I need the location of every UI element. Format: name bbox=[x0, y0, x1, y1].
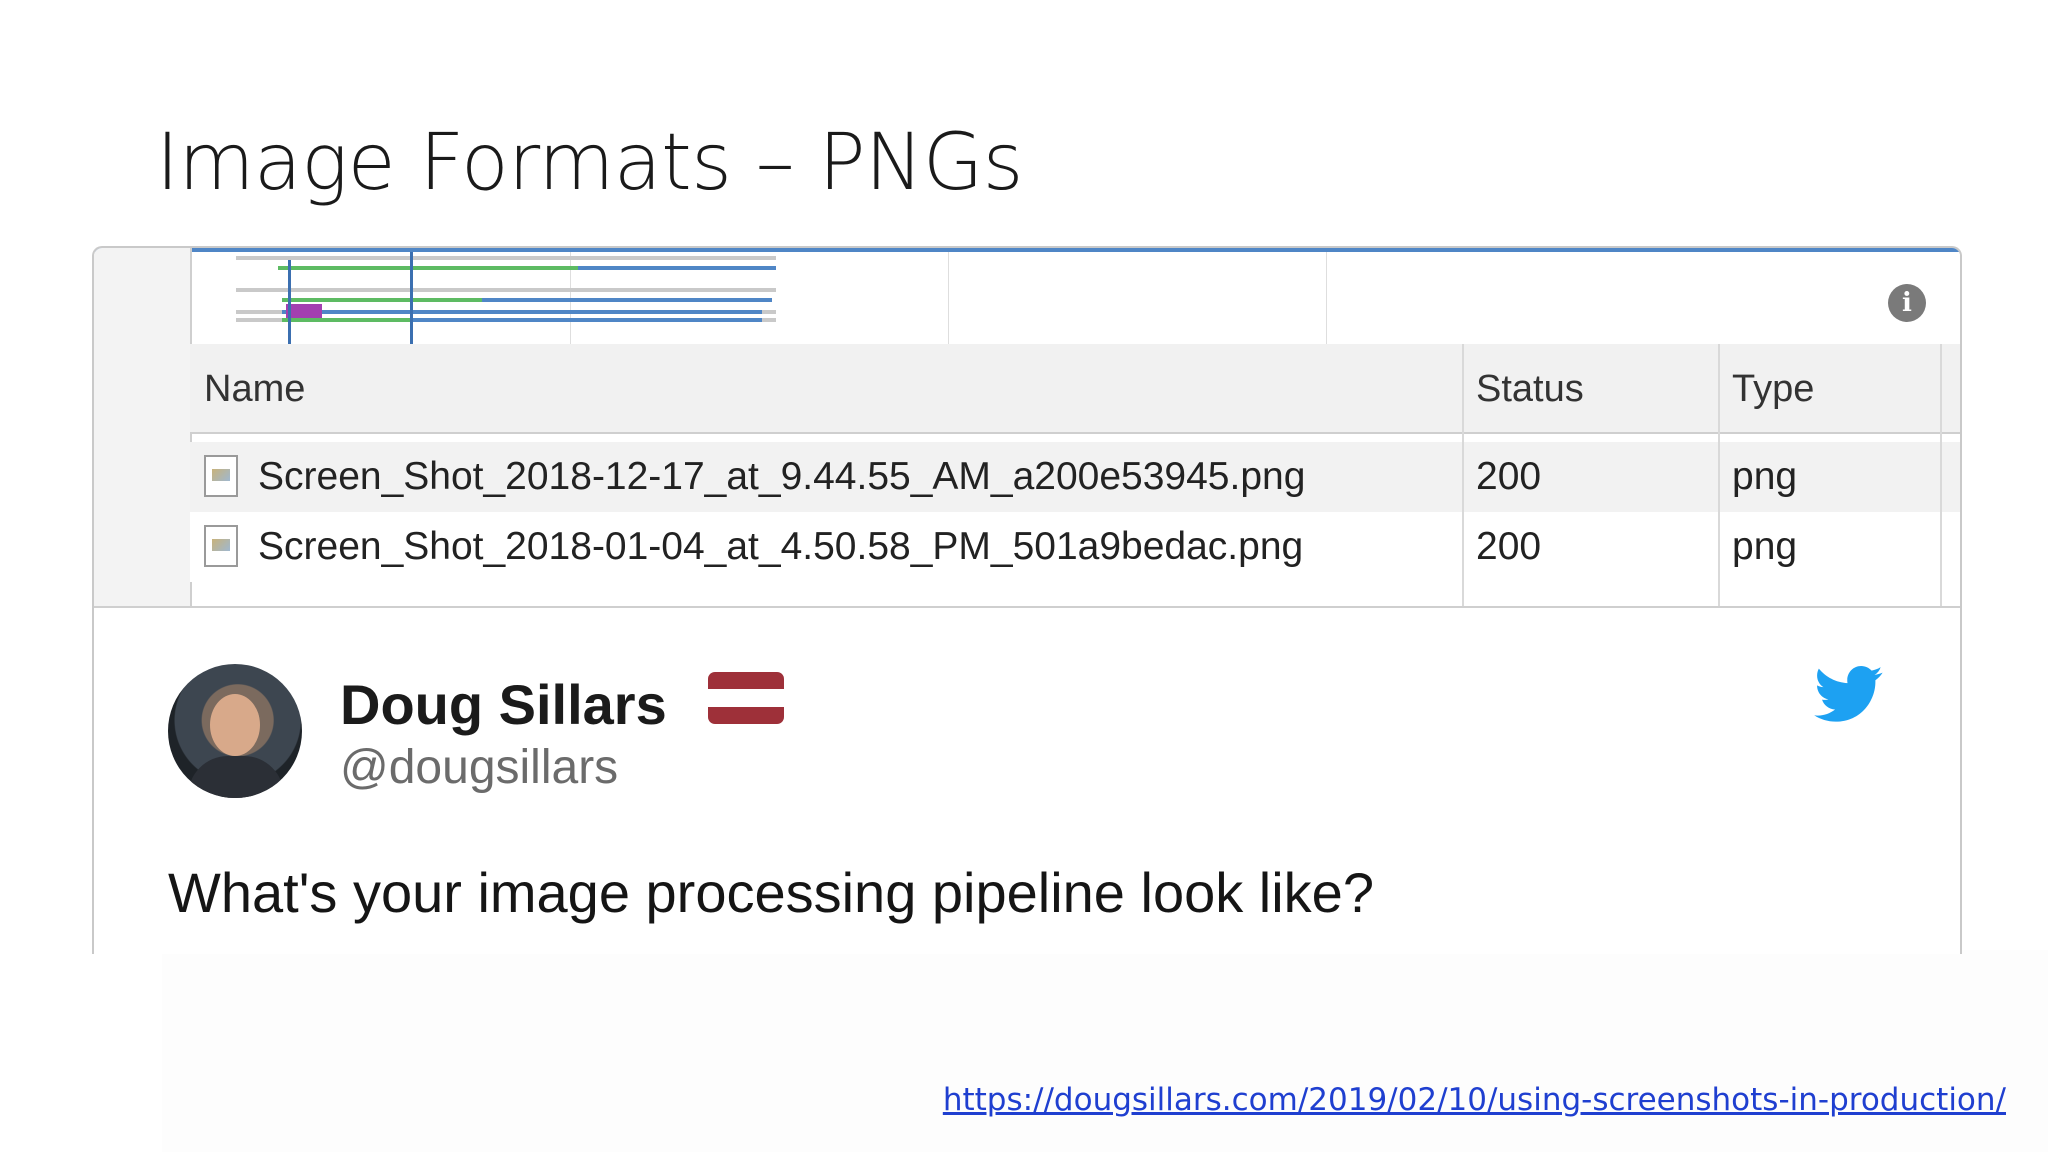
request-status: 200 bbox=[1476, 525, 1542, 568]
request-type: png bbox=[1732, 525, 1798, 568]
column-header-label: Type bbox=[1732, 368, 1815, 410]
tweet-text: What's your image processing pipeline lo… bbox=[168, 861, 1374, 924]
column-header-status[interactable]: Status bbox=[1462, 344, 1718, 434]
waterfall-bar bbox=[282, 318, 412, 322]
waterfall-marker bbox=[410, 252, 413, 344]
avatar-face bbox=[210, 694, 260, 756]
tweet-author-handle[interactable]: @dougsillars bbox=[340, 740, 618, 795]
slide-background-panel bbox=[162, 950, 2048, 1152]
request-name: Screen_Shot_2018-01-04_at_4.50.58_PM_501… bbox=[258, 525, 1304, 568]
devtools-gutter bbox=[94, 248, 192, 608]
avatar-body bbox=[188, 756, 284, 798]
slide-title: Image Formats – PNGs bbox=[156, 118, 1023, 208]
column-header-type[interactable]: Type bbox=[1718, 344, 1940, 434]
screenshot-frame: i Name Status Type Screen_Shot_2018-12-1… bbox=[92, 246, 1962, 954]
waterfall-bar bbox=[236, 288, 776, 292]
waterfall-bar bbox=[282, 298, 482, 302]
request-name: Screen_Shot_2018-12-17_at_9.44.55_AM_a20… bbox=[258, 455, 1306, 498]
waterfall-bar bbox=[236, 256, 776, 260]
network-overview: i bbox=[192, 252, 1960, 346]
column-header-name[interactable]: Name bbox=[190, 344, 1462, 434]
request-status: 200 bbox=[1476, 455, 1542, 498]
column-divider bbox=[1940, 344, 1942, 608]
overview-divider bbox=[1326, 252, 1327, 344]
waterfall-bar bbox=[282, 310, 762, 314]
overview-divider bbox=[948, 252, 949, 344]
network-requests-table: Name Status Type Screen_Shot_2018-12-17_… bbox=[190, 344, 1960, 608]
column-header-label: Name bbox=[204, 368, 306, 410]
request-type: png bbox=[1732, 455, 1798, 498]
table-row[interactable]: Screen_Shot_2018-01-04_at_4.50.58_PM_501… bbox=[190, 512, 1960, 582]
tweet-separator bbox=[94, 606, 1960, 608]
column-header-label: Status bbox=[1476, 368, 1584, 410]
avatar[interactable] bbox=[168, 664, 302, 798]
tweet-author-name[interactable]: Doug Sillars bbox=[340, 672, 667, 737]
image-file-icon bbox=[204, 524, 238, 567]
column-divider bbox=[1462, 344, 1464, 608]
waterfall-marker bbox=[288, 260, 291, 344]
table-row[interactable]: Screen_Shot_2018-12-17_at_9.44.55_AM_a20… bbox=[190, 442, 1960, 512]
column-header-overflow bbox=[1940, 344, 1960, 434]
info-icon[interactable]: i bbox=[1888, 284, 1926, 322]
waterfall-bar bbox=[286, 304, 322, 318]
flag-icon bbox=[708, 672, 784, 724]
twitter-bird-icon[interactable] bbox=[1814, 666, 1884, 724]
source-link[interactable]: https://dougsillars.com/2019/02/10/using… bbox=[943, 1082, 2006, 1118]
image-file-icon bbox=[204, 454, 238, 497]
column-divider bbox=[1718, 344, 1720, 608]
waterfall-bar bbox=[278, 266, 578, 270]
